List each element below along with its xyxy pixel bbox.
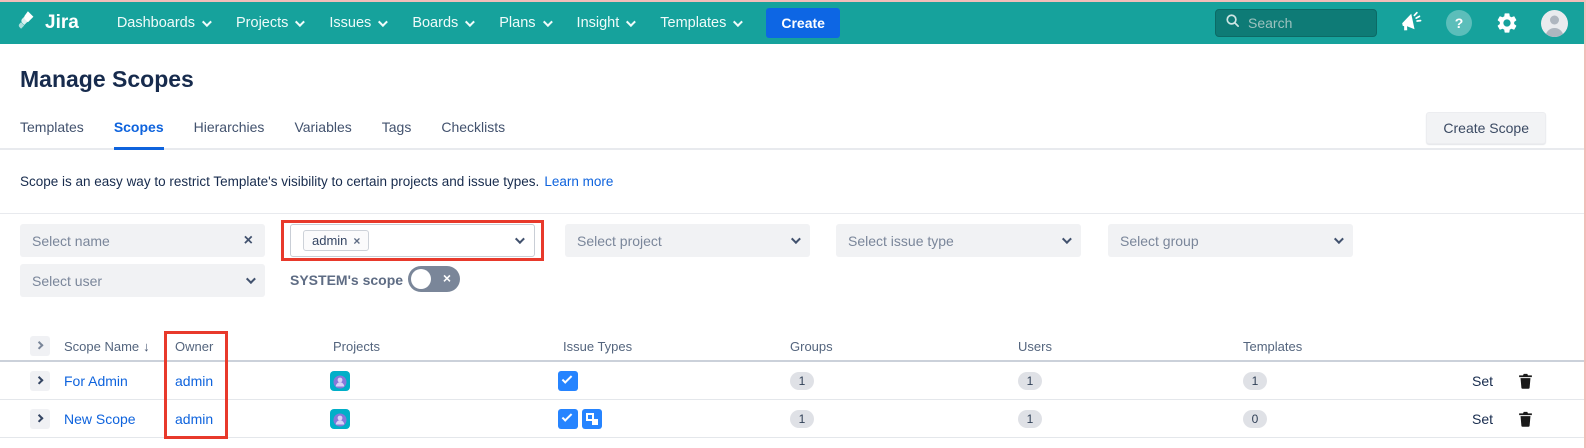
chevron-down-icon: [515, 234, 525, 244]
set-link[interactable]: Set: [1472, 411, 1493, 427]
table-header-row: Scope Name↓ Owner Projects Issue Types G…: [0, 332, 1584, 362]
menu-boards[interactable]: Boards: [412, 15, 472, 31]
chevron-down-icon: [1334, 234, 1344, 244]
header-groups: Groups: [790, 339, 1018, 354]
scope-description: Scope is an easy way to restrict Templat…: [20, 174, 539, 189]
learn-more-link[interactable]: Learn more: [544, 174, 613, 189]
chevron-down-icon: [202, 17, 212, 27]
brand-name: Jira: [45, 12, 79, 34]
description-bar: Scope is an easy way to restrict Templat…: [0, 150, 1584, 214]
remove-tag-icon[interactable]: ×: [353, 234, 360, 248]
tab-list: Templates Scopes Hierarchies Variables T…: [20, 119, 505, 150]
search-input[interactable]: [1248, 15, 1358, 31]
navbar-right: ?: [1215, 9, 1568, 37]
scope-name-link[interactable]: For Admin: [64, 373, 128, 389]
header-projects: Projects: [333, 339, 563, 354]
settings-gear-icon[interactable]: [1493, 9, 1521, 37]
system-scope-label: SYSTEM's scope: [290, 272, 403, 288]
groups-count-badge: 1: [790, 372, 814, 390]
table-row: New Scope admin 1 1 0 Set: [0, 400, 1584, 438]
toggle-off-icon: ×: [443, 270, 451, 286]
delete-trash-icon[interactable]: [1517, 410, 1534, 428]
chevron-down-icon: [791, 234, 801, 244]
create-button[interactable]: Create: [766, 8, 840, 38]
header-issue-types: Issue Types: [563, 339, 790, 354]
tab-checklists[interactable]: Checklists: [441, 119, 505, 150]
jira-logo[interactable]: Jira: [16, 9, 79, 37]
main-menu: Dashboards Projects Issues Boards Plans …: [117, 15, 741, 31]
owner-link[interactable]: admin: [175, 411, 213, 427]
sort-descending-icon: ↓: [143, 339, 150, 354]
users-count-badge: 1: [1018, 410, 1042, 428]
toggle-knob: [411, 269, 431, 289]
tab-tags[interactable]: Tags: [382, 119, 412, 150]
chevron-right-icon: [35, 376, 43, 384]
delete-trash-icon[interactable]: [1517, 372, 1534, 390]
chevron-right-icon: [35, 414, 43, 422]
system-scope-toggle[interactable]: ×: [408, 266, 460, 292]
groups-count-badge: 1: [790, 410, 814, 428]
chevron-down-icon: [465, 17, 475, 27]
scope-name-link[interactable]: New Scope: [64, 411, 136, 427]
search-icon: [1225, 13, 1240, 33]
chevron-down-icon: [543, 17, 553, 27]
jira-mark-icon: [16, 9, 38, 37]
menu-projects[interactable]: Projects: [236, 15, 302, 31]
select-project-filter[interactable]: Select project: [565, 224, 810, 257]
tab-templates[interactable]: Templates: [20, 119, 84, 150]
clear-name-icon[interactable]: ×: [244, 232, 253, 250]
owner-filter-tag: admin ×: [303, 230, 369, 251]
table-row: For Admin admin 1 1 1 Set: [0, 362, 1584, 400]
issue-type-task-icon: [558, 371, 578, 391]
chevron-right-icon: [35, 341, 43, 349]
owner-link[interactable]: admin: [175, 373, 213, 389]
select-user-filter[interactable]: Select user: [20, 264, 265, 297]
project-avatar-icon: [330, 409, 350, 429]
announcements-megaphone-icon[interactable]: [1397, 9, 1425, 37]
chevron-down-icon: [295, 17, 305, 27]
scopes-table: Scope Name↓ Owner Projects Issue Types G…: [0, 332, 1584, 438]
header-templates: Templates: [1243, 339, 1468, 354]
header-scope-name[interactable]: Scope Name↓: [64, 339, 175, 354]
page-title: Manage Scopes: [20, 44, 1564, 93]
user-avatar[interactable]: [1541, 10, 1568, 37]
set-link[interactable]: Set: [1472, 373, 1493, 389]
chevron-down-icon: [626, 17, 636, 27]
menu-dashboards[interactable]: Dashboards: [117, 15, 209, 31]
chevron-down-icon: [1062, 234, 1072, 244]
issue-type-task-icon: [558, 409, 578, 429]
select-name-filter[interactable]: ×: [20, 224, 265, 257]
row-expand-button[interactable]: [30, 371, 50, 391]
tab-scopes[interactable]: Scopes: [114, 119, 164, 150]
top-navbar: Jira Dashboards Projects Issues Boards P…: [0, 2, 1584, 44]
select-name-input[interactable]: [32, 233, 212, 249]
project-avatar-icon: [330, 371, 350, 391]
owner-filter-select[interactable]: admin ×: [290, 224, 535, 257]
menu-issues[interactable]: Issues: [329, 15, 385, 31]
chevron-down-icon: [246, 274, 256, 284]
chevron-down-icon: [378, 17, 388, 27]
tabs-bar: Templates Scopes Hierarchies Variables T…: [0, 98, 1584, 150]
header-users: Users: [1018, 339, 1243, 354]
header-owner: Owner: [175, 339, 333, 354]
users-count-badge: 1: [1018, 372, 1042, 390]
page-header: Manage Scopes: [0, 44, 1584, 98]
chevron-down-icon: [733, 17, 743, 27]
select-group-filter[interactable]: Select group: [1108, 224, 1353, 257]
tab-variables[interactable]: Variables: [294, 119, 351, 150]
select-issue-type-filter[interactable]: Select issue type: [836, 224, 1081, 257]
global-search[interactable]: [1215, 9, 1377, 37]
expand-all-button[interactable]: [30, 336, 50, 356]
filters-section: × admin × Select project Select issue ty…: [0, 214, 1584, 302]
menu-insight[interactable]: Insight: [577, 15, 634, 31]
templates-count-badge: 0: [1243, 410, 1267, 428]
tab-hierarchies[interactable]: Hierarchies: [194, 119, 265, 150]
row-expand-button[interactable]: [30, 409, 50, 429]
templates-count-badge: 1: [1243, 372, 1267, 390]
issue-type-subtask-icon: [582, 409, 602, 429]
menu-templates[interactable]: Templates: [660, 15, 740, 31]
create-scope-button[interactable]: Create Scope: [1426, 112, 1546, 144]
help-icon[interactable]: ?: [1445, 9, 1473, 37]
menu-plans[interactable]: Plans: [499, 15, 549, 31]
